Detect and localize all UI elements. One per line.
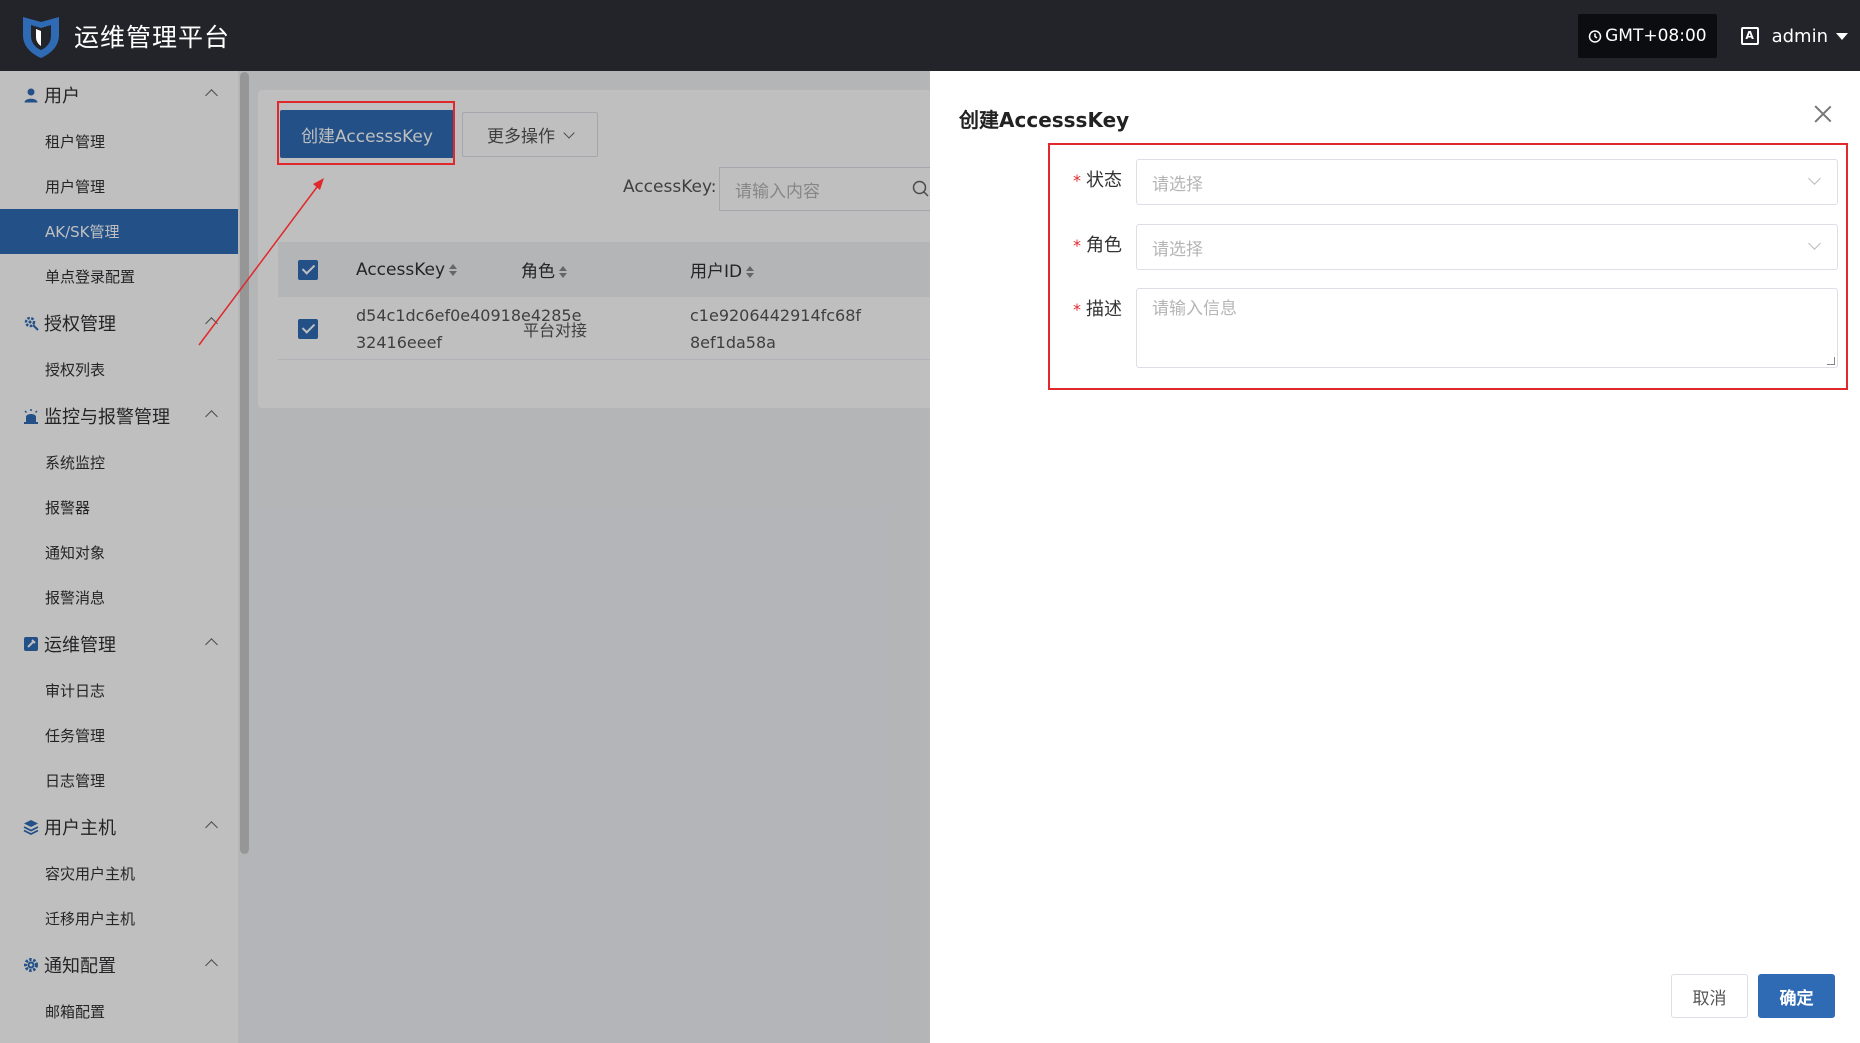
role-select[interactable]: 请选择: [1136, 224, 1838, 270]
resize-handle-icon[interactable]: [1827, 357, 1835, 365]
drawer-title: 创建AccesssKey: [959, 108, 1130, 132]
timezone-button[interactable]: GMT+08:00: [1578, 14, 1717, 58]
close-icon[interactable]: [1814, 105, 1832, 123]
chevron-down-icon: [1808, 172, 1821, 185]
field-label-status: * 状态: [1073, 166, 1122, 192]
caret-down-icon: [1836, 32, 1848, 40]
select-placeholder: 请选择: [1152, 239, 1203, 260]
field-label-desc: * 描述: [1073, 295, 1122, 321]
user-avatar-icon: A: [1740, 27, 1759, 45]
field-label-text: 角色: [1086, 235, 1122, 256]
description-textarea[interactable]: 请输入信息: [1136, 288, 1838, 368]
annotation-arrow: [198, 178, 324, 346]
field-label-role: * 角色: [1073, 231, 1122, 257]
chevron-down-icon: [1808, 237, 1821, 250]
select-placeholder: 请选择: [1152, 174, 1203, 195]
cancel-button[interactable]: 取消: [1671, 974, 1748, 1018]
status-select[interactable]: 请选择: [1136, 159, 1838, 205]
user-menu[interactable]: A admin: [1740, 25, 1848, 47]
confirm-button[interactable]: 确定: [1758, 974, 1835, 1018]
required-mark: *: [1073, 236, 1081, 255]
field-label-text: 描述: [1086, 299, 1122, 320]
timezone-label: GMT+08:00: [1605, 26, 1707, 46]
create-drawer: 创建AccesssKey * 状态 请选择 * 角色 请选择 * 描述 请输入信息 取…: [930, 71, 1860, 1043]
required-mark: *: [1073, 300, 1081, 319]
required-mark: *: [1073, 171, 1081, 190]
textarea-placeholder: 请输入信息: [1152, 299, 1237, 319]
clock-icon: [1588, 30, 1602, 43]
field-label-text: 状态: [1086, 170, 1122, 191]
user-name: admin: [1771, 25, 1828, 47]
